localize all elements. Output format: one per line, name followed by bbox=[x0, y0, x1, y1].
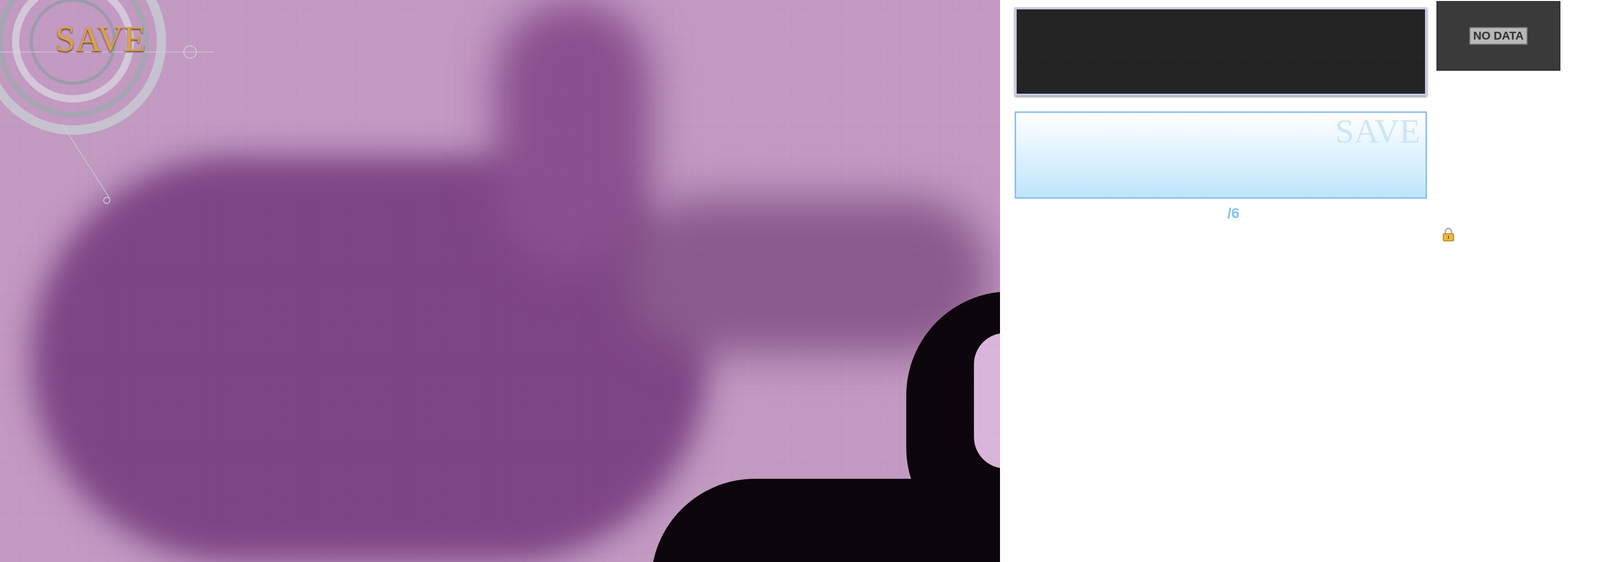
background-art: SAVE bbox=[0, 0, 1000, 562]
no-data-label: NO DATA bbox=[1469, 27, 1529, 45]
save-screen: SAVE NO DATA SAVE/6 bbox=[0, 0, 1600, 562]
title-logo: SAVE bbox=[0, 0, 219, 209]
slot-watermark: SAVE bbox=[1334, 114, 1421, 149]
slot-thumbnail: NO DATA bbox=[1436, 1, 1561, 71]
page-counter: /6 bbox=[1227, 204, 1240, 223]
lock-icon bbox=[1441, 227, 1456, 243]
slot-button[interactable]: SAVE bbox=[1014, 111, 1428, 199]
slot-sheet: NO DATA SAVE/6 bbox=[1000, 0, 1561, 562]
slot-info-panel bbox=[1014, 7, 1428, 96]
